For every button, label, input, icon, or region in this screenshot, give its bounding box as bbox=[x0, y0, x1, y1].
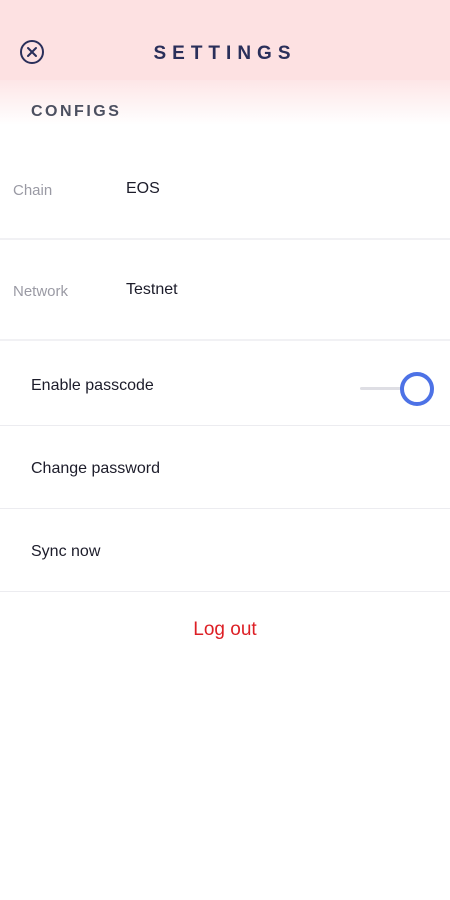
network-value: Testnet bbox=[126, 281, 178, 298]
section-title-configs: CONFIGS bbox=[31, 103, 122, 120]
logout-button[interactable]: Log out bbox=[0, 619, 450, 641]
chain-value: EOS bbox=[126, 180, 160, 197]
header-bar bbox=[0, 0, 450, 80]
network-row[interactable]: Network Testnet bbox=[0, 241, 450, 341]
enable-passcode-label: Enable passcode bbox=[31, 377, 154, 394]
sync-now-row[interactable]: Sync now bbox=[0, 509, 450, 592]
page-title: SETTINGS bbox=[153, 43, 297, 64]
network-label: Network bbox=[13, 283, 69, 300]
chain-label: Chain bbox=[13, 182, 53, 199]
change-password-row[interactable]: Change password bbox=[0, 426, 450, 509]
sync-now-label: Sync now bbox=[31, 543, 101, 560]
passcode-toggle[interactable] bbox=[360, 370, 436, 406]
toggle-knob bbox=[400, 372, 434, 406]
change-password-label: Change password bbox=[31, 460, 160, 477]
chain-row[interactable]: Chain EOS bbox=[0, 140, 450, 240]
